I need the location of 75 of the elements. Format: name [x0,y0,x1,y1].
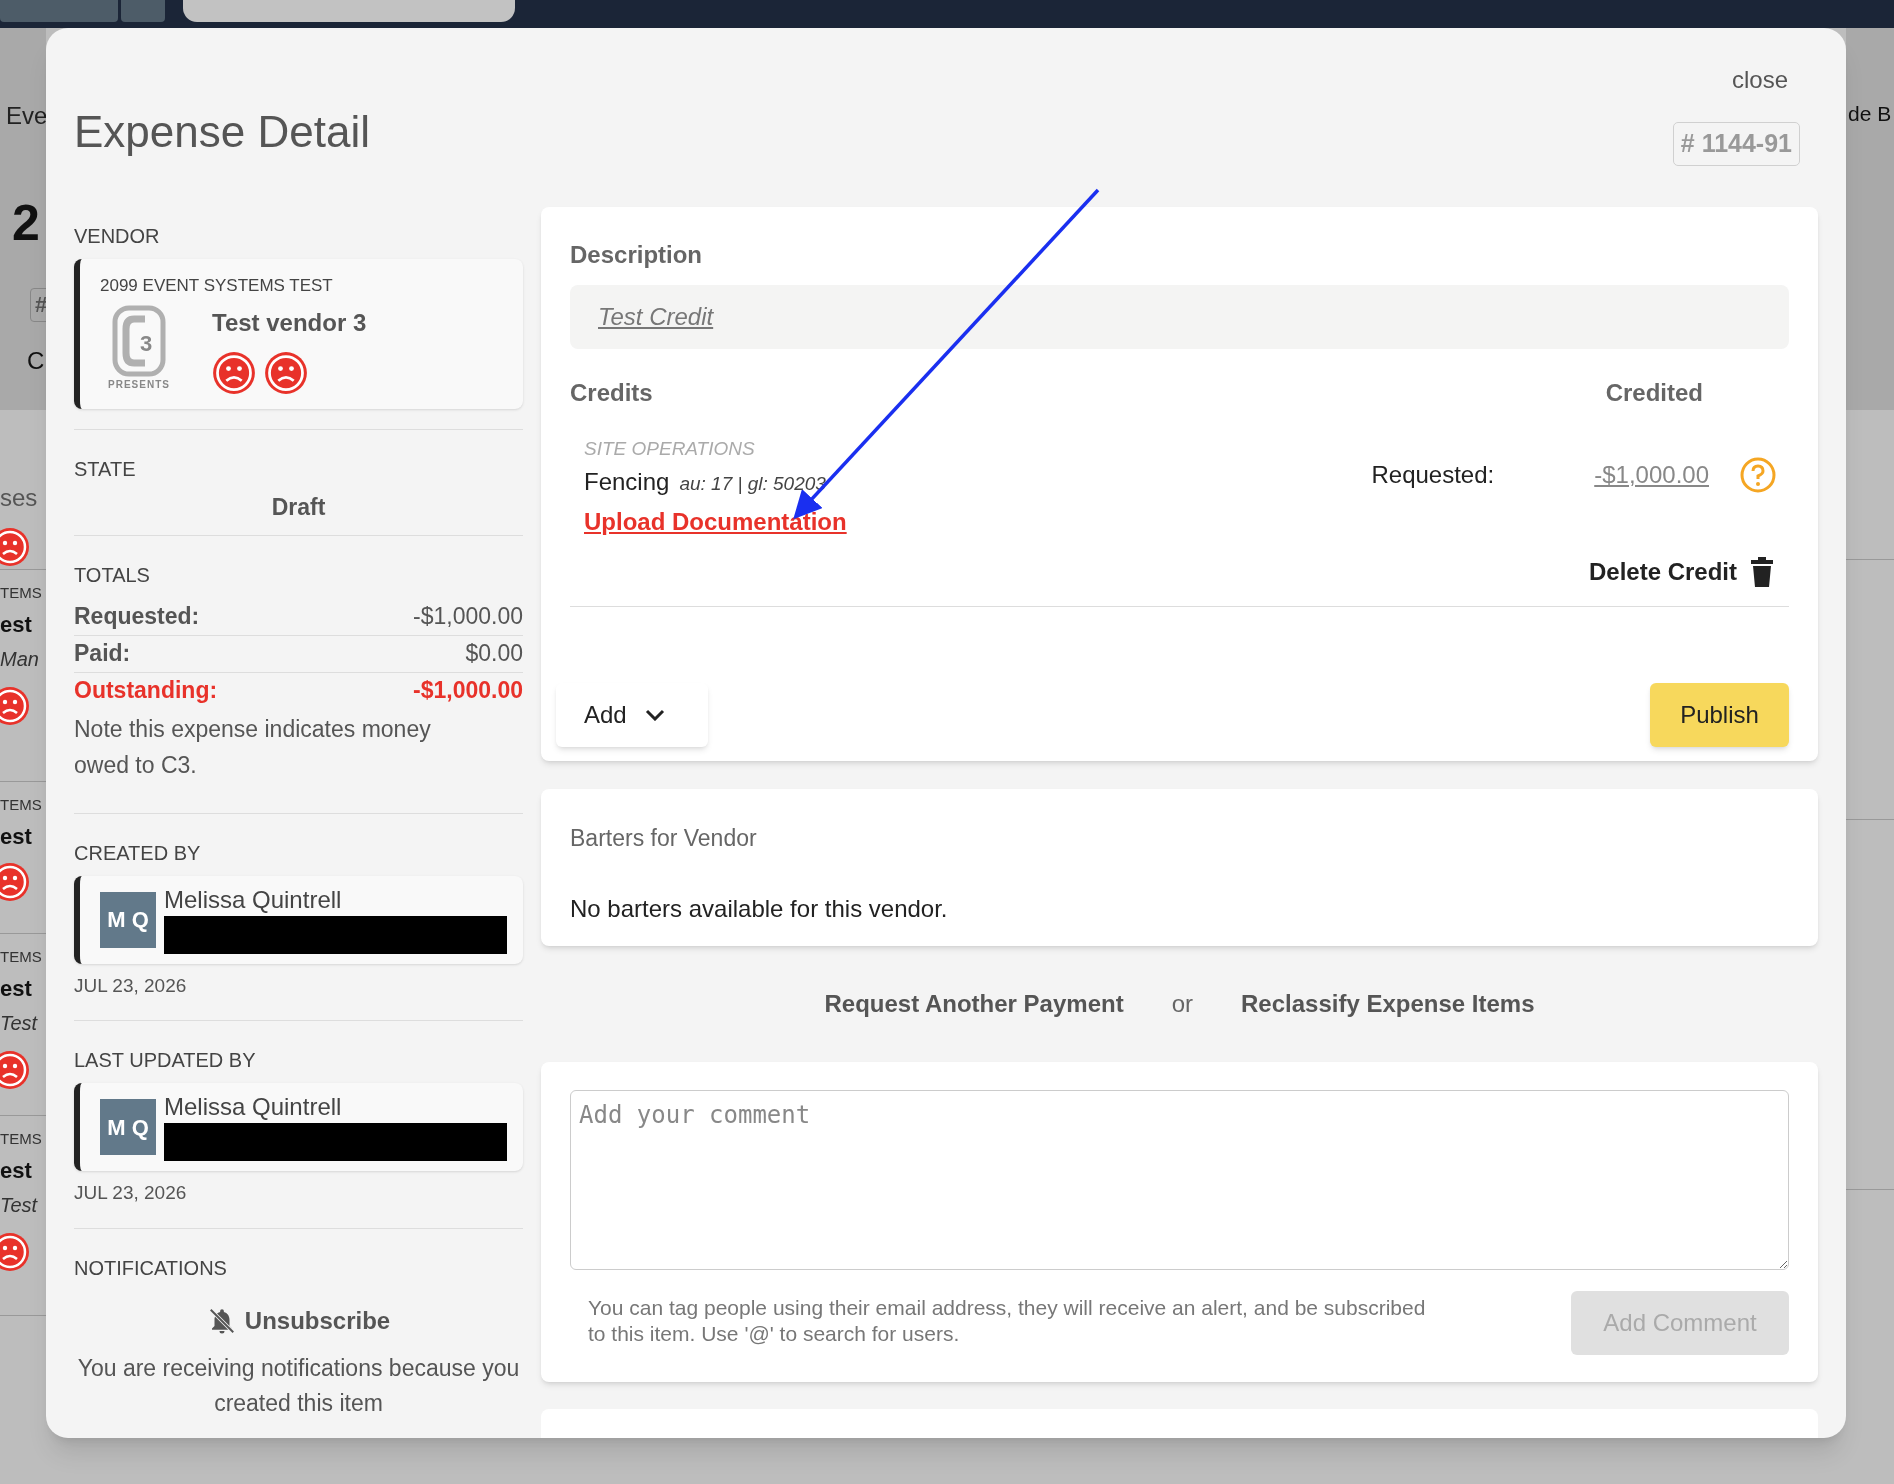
section-label: NOTIFICATIONS [74,1255,228,1281]
row-title: est [0,975,32,1003]
total-value: -$1,000.00 [413,601,523,631]
date-text: JUL 23, 2026 [74,1181,188,1205]
row-category: TEMS [0,947,42,967]
total-label: Outstanding: [74,676,218,706]
help-icon[interactable] [1739,456,1777,494]
chevron-down-icon [644,708,665,721]
requested-label: Requested: [1371,460,1495,490]
action-link[interactable]: Request Another Payment [824,985,1124,1022]
user-avatar: M Q [100,891,156,948]
credit-category: SITE OPERATIONS [584,437,756,461]
section-label: STATE [74,457,137,482]
section-heading: Credits [570,378,653,408]
row-category: TEMS [0,1129,42,1149]
user-name: Melissa Quintrell [164,885,343,914]
page-text: C [27,346,45,376]
total-label: Paid: [74,639,131,669]
date-text: JUL 23, 2026 [74,973,188,998]
upload-link[interactable]: Upload Documentation [584,503,847,540]
event-name: 2099 EVENT SYSTEMS TEST [100,275,334,297]
amount-link[interactable]: -$1,000.00 [1594,457,1709,493]
sad-face-icon [0,527,30,567]
user-avatar: M Q [100,1099,156,1155]
action-link[interactable]: Reclassify Expense Items [1241,985,1535,1022]
delete-credit-button[interactable]: Delete Credit [1588,553,1773,590]
expense-number: # 1144-91 [1672,122,1800,166]
empty-message: No barters available for this vendor. [570,894,949,924]
sad-face-icon [212,350,256,395]
notification-note: You are receiving notifications because you created this item [76,1353,521,1418]
section-label: VENDOR [74,224,161,249]
row-category: TEMS [0,583,42,603]
row-subtitle: Man [0,647,39,672]
row-title: est [0,823,32,851]
total-label: Requested: [74,601,200,631]
field-label: Description [570,240,704,270]
card-title: Barters for Vendor [570,823,758,853]
row-subtitle: Test [0,1193,38,1218]
totals-note: Note this expense indicates money owed to C3. [74,714,432,780]
total-value: -$1,000.00 [413,676,523,706]
section-label: TOTALS [74,562,151,588]
sad-face-icon [264,350,308,395]
section-title: ses [0,483,38,513]
big-number: 2 [12,194,40,253]
sad-face-icon [0,862,30,902]
column-heading: Credited [1605,378,1703,408]
row-category: TEMS [0,795,42,815]
dropdown-button[interactable] [121,0,165,22]
close-link[interactable]: close [1731,68,1788,92]
separator-text: or [1171,988,1193,1019]
description-field[interactable]: Test Credit [570,285,1789,349]
section-label: CREATED BY [74,840,202,866]
comment-hint: You can tag people using their email address, they will receive an alert, and be subscribed to this item. Use '@' to search for users. [587,1294,1427,1347]
search-field[interactable] [183,0,515,22]
credit-codes: au: 17 | gl: 50203 [679,471,826,496]
trash-icon [1751,556,1773,587]
row-title: est [0,611,32,639]
sad-face-icon [0,1050,30,1090]
row-subtitle: Test [0,1011,38,1036]
row-title: est [0,1157,32,1185]
state-value: Draft [271,493,326,522]
page-text: de B [1848,101,1892,127]
user-name: Melissa Quintrell [164,1093,343,1121]
credit-name: Fencing [584,466,670,497]
unsubscribe-button[interactable]: Unsubscribe [206,1302,391,1339]
toolbar-button[interactable] [0,0,118,22]
page-heading: Eve [6,101,46,131]
sad-face-icon [0,686,30,726]
publish-button[interactable]: Publish [1650,682,1789,747]
section-label: LAST UPDATED BY [74,1048,257,1073]
add-dropdown-button[interactable]: Add [556,682,708,747]
dialog-title: Expense Detail [74,110,370,154]
sad-face-icon [0,1232,30,1272]
total-value: $0.00 [465,639,523,669]
vendor-name: Test vendor 3 [212,307,367,338]
